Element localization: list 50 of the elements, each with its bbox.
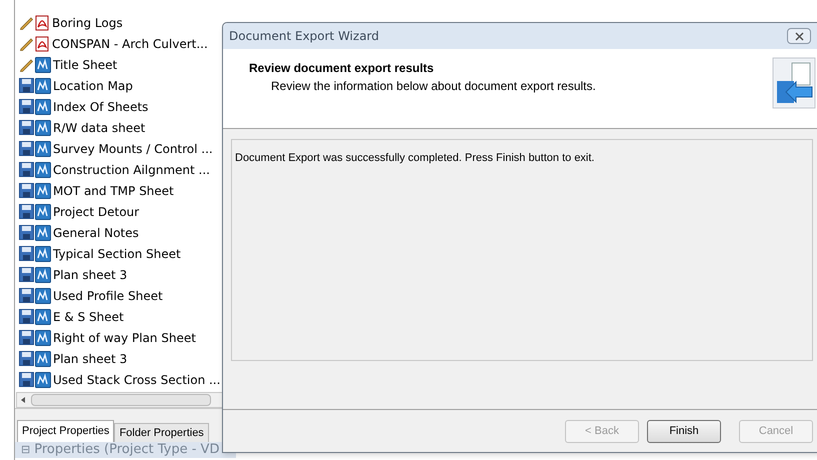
document-icon [35, 372, 51, 388]
document-icon [35, 162, 51, 178]
pdf-icon [35, 36, 50, 52]
close-button[interactable] [787, 28, 811, 44]
document-name[interactable]: Location Map [53, 76, 133, 94]
document-name[interactable]: Project Detour [53, 202, 140, 220]
dialog-title: Document Export Wizard [229, 28, 380, 45]
document-name[interactable]: E & S Sheet [53, 308, 124, 326]
document-icon [35, 56, 51, 72]
document-name[interactable]: Construction Ailgnment ... [53, 160, 210, 178]
document-icon [35, 350, 51, 366]
document-icon [35, 120, 51, 136]
properties-label: Properties (Project Type - VD [34, 441, 220, 460]
pencil-icon [19, 57, 34, 72]
document-icon [35, 140, 51, 156]
document-icon [35, 98, 51, 114]
pdf-icon [35, 14, 50, 30]
close-icon [794, 32, 804, 40]
document-name[interactable]: MOT and TMP Sheet [53, 182, 174, 200]
wizard-button[interactable]: Finish [647, 420, 721, 442]
document-name[interactable]: Used Profile Sheet [53, 286, 163, 304]
pencil-icon [19, 36, 34, 51]
document-icon [35, 330, 51, 346]
document-icon [35, 288, 51, 304]
document-icon [35, 224, 51, 240]
document-name[interactable]: Plan sheet 3 [53, 266, 128, 284]
pencil-icon [19, 15, 34, 30]
document-name[interactable]: Index Of Sheets [53, 98, 148, 116]
properties-tab[interactable]: Folder Properties [114, 423, 209, 442]
document-icon [35, 204, 51, 220]
result-message: Document Export was successfully completed. Press Finish button to exit. [235, 152, 594, 164]
document-name[interactable]: CONSPAN - Arch Culvert... [52, 34, 208, 52]
document-name[interactable]: Boring Logs [52, 14, 123, 32]
document-icon [35, 182, 51, 198]
document-name[interactable]: Plan sheet 3 [53, 350, 128, 368]
step-heading: Review document export results [249, 60, 435, 77]
document-icon [35, 308, 51, 324]
document-name[interactable]: Used Stack Cross Section ... [53, 370, 220, 388]
document-icon [35, 266, 51, 282]
document-icon [35, 246, 51, 262]
document-name[interactable]: Title Sheet [53, 56, 118, 74]
document-name[interactable]: Right of way Plan Sheet [53, 328, 196, 346]
document-name[interactable]: R/W data sheet [53, 118, 146, 136]
document-icon [35, 78, 51, 94]
scroll-left-icon[interactable] [21, 397, 25, 403]
document-name[interactable]: Typical Section Sheet [53, 244, 181, 262]
step-description: Review the information below about document export results. [270, 78, 596, 95]
document-name[interactable]: Survey Mounts / Control ... [53, 140, 213, 158]
properties-tab[interactable]: Project Properties [17, 420, 114, 442]
document-name[interactable]: General Notes [53, 224, 139, 242]
